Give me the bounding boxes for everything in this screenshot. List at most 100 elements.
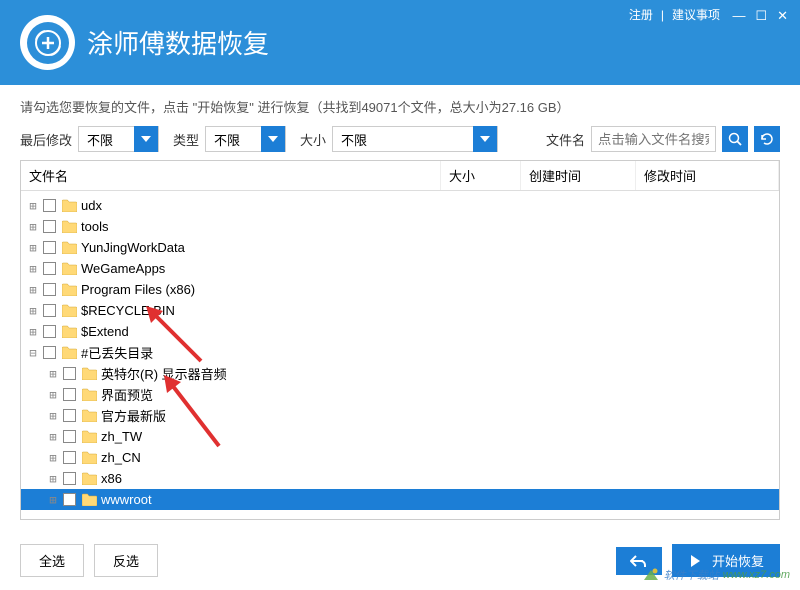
tree-row[interactable]: ⊞ zh_TW	[21, 426, 779, 447]
collapse-icon[interactable]: ⊟	[27, 346, 39, 360]
tree-item-label: Program Files (x86)	[81, 282, 195, 297]
checkbox[interactable]	[63, 493, 76, 506]
expand-icon[interactable]: ⊞	[27, 262, 39, 276]
watermark-text: 软件下载站	[664, 567, 719, 583]
column-created[interactable]: 创建时间	[521, 161, 636, 190]
invert-button[interactable]: 反选	[94, 544, 158, 577]
checkbox[interactable]	[63, 367, 76, 380]
expand-icon[interactable]: ⊞	[27, 283, 39, 297]
checkbox[interactable]	[43, 241, 56, 254]
tree-row[interactable]: ⊞ wwwroot	[21, 489, 779, 510]
chevron-down-icon[interactable]	[261, 126, 285, 152]
expand-icon[interactable]: ⊞	[27, 304, 39, 318]
tree-row[interactable]: ⊟#已丢失目录	[21, 342, 779, 363]
search-button[interactable]	[722, 126, 748, 152]
chevron-down-icon[interactable]	[473, 126, 497, 152]
tree-item-label: 界面预览	[101, 385, 153, 404]
app-title: 涂师傅数据恢复	[87, 24, 269, 61]
column-name[interactable]: 文件名	[21, 161, 441, 190]
tree-row[interactable]: ⊞x86	[21, 468, 779, 489]
tree-row[interactable]: ⊞ 英特尔(R) 显示器音频	[21, 363, 779, 384]
refresh-button[interactable]	[754, 126, 780, 152]
expand-icon[interactable]: ⊞	[47, 409, 59, 423]
checkbox[interactable]	[43, 199, 56, 212]
file-tree: ⊞udx⊞tools⊞YunJingWorkData⊞WeGameApps⊞Pr…	[21, 191, 779, 520]
size-select[interactable]: 不限	[332, 126, 498, 152]
tree-item-label: WeGameApps	[81, 261, 165, 276]
folder-icon	[62, 304, 77, 317]
tree-row[interactable]: ⊞ WeGameApps	[21, 258, 779, 279]
checkbox[interactable]	[43, 262, 56, 275]
tree-row[interactable]: ⊞$RECYCLE.BIN	[21, 300, 779, 321]
suggestion-link[interactable]: 建议事项	[672, 6, 720, 23]
column-modified[interactable]: 修改时间	[636, 161, 779, 190]
app-header: 涂师傅数据恢复 注册 | 建议事项 — ☐ ✕	[0, 0, 800, 85]
folder-icon	[82, 388, 97, 401]
tree-row[interactable]: ⊞zh_CN	[21, 447, 779, 468]
tree-row[interactable]: ⊞ 界面预览	[21, 384, 779, 405]
expand-icon[interactable]: ⊞	[27, 241, 39, 255]
folder-icon	[82, 493, 97, 506]
tree-row[interactable]: ⊞ Program Files (x86)	[21, 279, 779, 300]
checkbox[interactable]	[43, 283, 56, 296]
expand-icon[interactable]: ⊞	[47, 472, 59, 486]
watermark: 软件下载站 www.xz7.com	[642, 566, 790, 584]
size-label: 大小	[300, 130, 326, 149]
checkbox[interactable]	[63, 388, 76, 401]
folder-icon	[82, 451, 97, 464]
checkbox[interactable]	[63, 451, 76, 464]
tree-row[interactable]: ⊞udx	[21, 195, 779, 216]
select-all-button[interactable]: 全选	[20, 544, 84, 577]
folder-icon	[82, 367, 97, 380]
checkbox[interactable]	[43, 220, 56, 233]
expand-icon[interactable]: ⊞	[27, 325, 39, 339]
folder-icon	[62, 220, 77, 233]
close-icon[interactable]: ✕	[777, 8, 788, 24]
maximize-icon[interactable]: ☐	[755, 8, 767, 24]
watermark-url: www.xz7.com	[723, 569, 790, 581]
tree-item-label: 英特尔(R) 显示器音频	[101, 364, 227, 383]
type-label: 类型	[173, 130, 199, 149]
minimize-icon[interactable]: —	[732, 8, 745, 24]
checkbox[interactable]	[63, 472, 76, 485]
folder-icon	[82, 409, 97, 422]
checkbox[interactable]	[43, 325, 56, 338]
tree-row[interactable]: ⊞YunJingWorkData	[21, 237, 779, 258]
tree-row[interactable]: ⊞tools	[21, 216, 779, 237]
tree-row[interactable]: ⊞官方最新版	[21, 405, 779, 426]
folder-icon	[62, 199, 77, 212]
expand-icon[interactable]: ⊞	[47, 451, 59, 465]
expand-icon[interactable]: ⊞	[47, 367, 59, 381]
checkbox[interactable]	[63, 430, 76, 443]
modified-value: 不限	[79, 130, 134, 149]
search-input[interactable]	[591, 126, 716, 152]
folder-icon	[82, 430, 97, 443]
register-link[interactable]: 注册	[629, 6, 653, 23]
checkbox[interactable]	[43, 346, 56, 359]
modified-select[interactable]: 不限	[78, 126, 159, 152]
tree-item-label: wwwroot	[101, 492, 152, 507]
type-value: 不限	[206, 130, 261, 149]
checkbox[interactable]	[63, 409, 76, 422]
type-select[interactable]: 不限	[205, 126, 286, 152]
tree-item-label: zh_TW	[101, 429, 142, 444]
folder-icon	[62, 346, 77, 359]
expand-icon[interactable]: ⊞	[47, 493, 59, 507]
window-controls: — ☐ ✕	[732, 8, 788, 24]
folder-icon	[82, 472, 97, 485]
expand-icon[interactable]: ⊞	[47, 388, 59, 402]
checkbox[interactable]	[43, 304, 56, 317]
expand-icon[interactable]: ⊞	[27, 199, 39, 213]
expand-icon[interactable]: ⊞	[47, 430, 59, 444]
filter-bar: 最后修改 不限 类型 不限 大小 不限 文件名	[20, 126, 780, 152]
column-size[interactable]: 大小	[441, 161, 521, 190]
search-label: 文件名	[546, 130, 585, 149]
divider: |	[661, 8, 664, 22]
expand-icon[interactable]: ⊞	[27, 220, 39, 234]
modified-label: 最后修改	[20, 130, 72, 149]
chevron-down-icon[interactable]	[134, 126, 158, 152]
file-table: 文件名 大小 创建时间 修改时间 ⊞udx⊞tools⊞YunJingWorkD…	[20, 160, 780, 520]
folder-icon	[62, 325, 77, 338]
tree-row[interactable]: ⊞$Extend	[21, 321, 779, 342]
folder-icon	[62, 283, 77, 296]
